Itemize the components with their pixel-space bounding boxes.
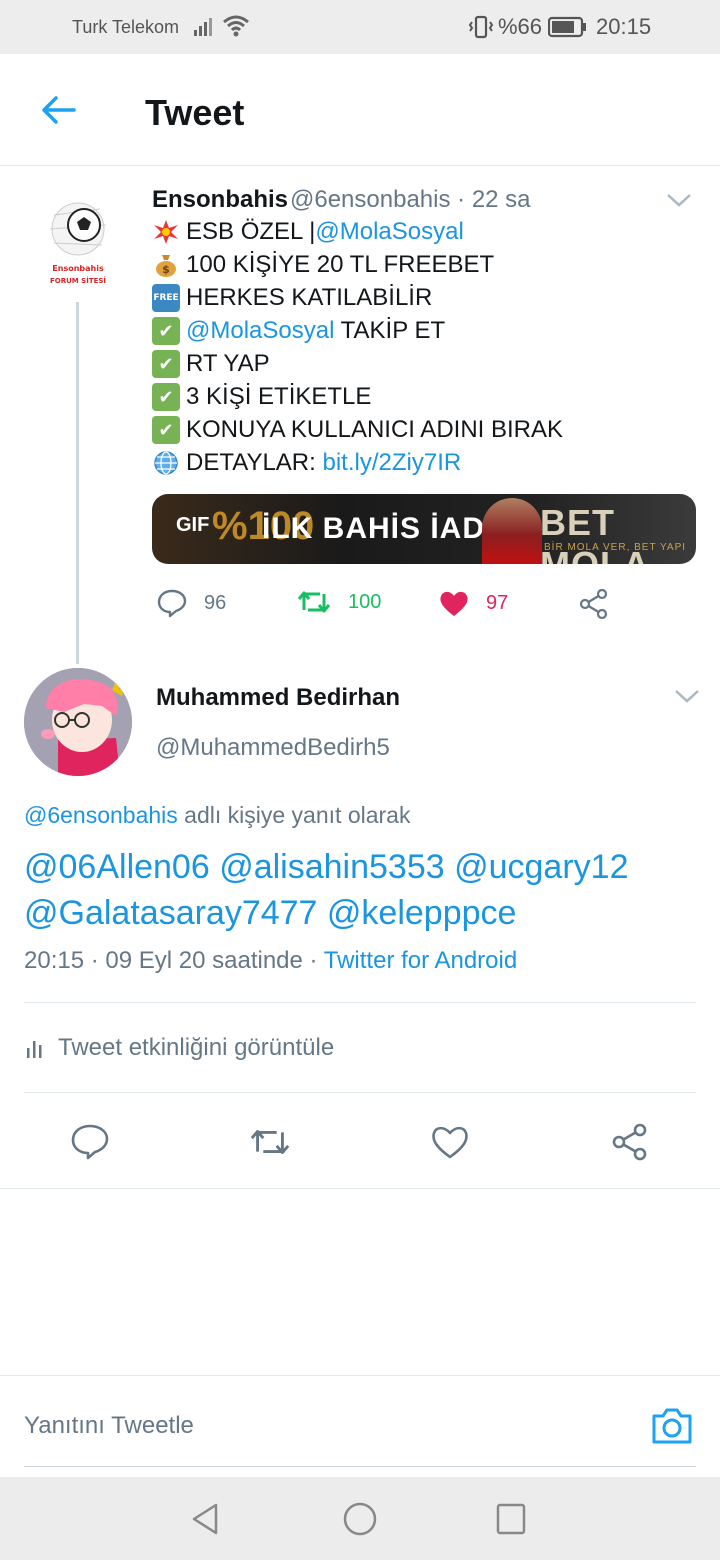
- parent-like-button[interactable]: 97: [438, 588, 508, 618]
- reply-icon: [71, 1124, 109, 1160]
- parent-avatar[interactable]: Ensonbahis FORUM SİTESİ: [40, 195, 116, 291]
- gif-media-card[interactable]: %100 GIF İLK BAHİS İADE BET MOLA BİR MOL…: [152, 494, 696, 564]
- money-bag-icon: $: [152, 251, 180, 279]
- status-bar: Turk Telekom %66 20:15: [0, 0, 720, 54]
- tweet-line: ✔ RT YAP: [152, 350, 270, 378]
- parent-author-name[interactable]: Ensonbahis: [152, 186, 288, 214]
- reply-button[interactable]: [68, 1120, 112, 1164]
- tweet-text[interactable]: @06Allen06 @alisahin5353 @ucgary12 @Gala…: [24, 844, 704, 936]
- gif-brand-logo: BET MOLA: [540, 502, 649, 564]
- globe-icon: [152, 449, 180, 477]
- check-mark-icon: ✔: [152, 317, 180, 345]
- parent-reply-button[interactable]: 96: [156, 588, 226, 618]
- signal-icon: [192, 14, 216, 43]
- app-header: Tweet: [0, 54, 720, 166]
- reply-context-suffix: adlı kişiye yanıt olarak: [177, 802, 411, 828]
- battery-percentage: %66: [498, 14, 543, 39]
- chevron-down-icon: [675, 690, 699, 703]
- reply-to-handle-link[interactable]: @6ensonbahis: [24, 802, 178, 828]
- parent-tweet-menu-button[interactable]: [664, 190, 694, 215]
- square-recents-icon: [496, 1503, 526, 1535]
- tweet-menu-button[interactable]: [672, 686, 702, 711]
- tweet-datetime: 20:15 · 09 Eyl 20 saatinde ·: [24, 947, 324, 974]
- nav-home-button[interactable]: [342, 1501, 378, 1542]
- share-icon: [579, 588, 608, 620]
- svg-text:$: $: [162, 263, 170, 276]
- parent-tweet-time: · 22 sa: [457, 186, 531, 213]
- page-title: Tweet: [145, 92, 245, 133]
- avatar-text-line2: FORUM SİTESİ: [50, 276, 106, 285]
- check-mark-icon: ✔: [152, 383, 180, 411]
- camera-button[interactable]: [650, 1406, 694, 1451]
- divider: [24, 1002, 696, 1003]
- chevron-down-icon: [667, 194, 691, 207]
- gif-badge: GIF: [176, 514, 210, 536]
- vibrate-icon: [468, 15, 494, 44]
- like-count: 97: [486, 591, 509, 614]
- view-tweet-activity-label: Tweet etkinliğini görüntüle: [58, 1034, 335, 1061]
- camera-icon: [652, 1408, 692, 1444]
- tweet-line: DETAYLAR: bit.ly/2Ziy7IR: [152, 449, 461, 477]
- author-avatar[interactable]: [24, 668, 132, 776]
- share-button[interactable]: [608, 1120, 652, 1164]
- view-tweet-activity-link[interactable]: Tweet etkinliğini görüntüle: [24, 1034, 334, 1062]
- author-handle[interactable]: @MuhammedBedirh5: [156, 734, 390, 762]
- bar-chart-icon: [27, 1041, 42, 1058]
- retweet-count: 100: [348, 590, 382, 613]
- back-button[interactable]: [34, 90, 82, 130]
- check-mark-icon: ✔: [152, 416, 180, 444]
- parent-retweet-button[interactable]: 100: [296, 588, 381, 616]
- tweet-line: $ 100 KİŞİYE 20 TL FREEBET: [152, 251, 494, 279]
- system-navigation-bar: [0, 1477, 720, 1560]
- thread-line: [76, 302, 79, 664]
- reply-icon: [157, 589, 187, 618]
- tweet-line: ✔ 3 KİŞİ ETİKETLE: [152, 383, 371, 411]
- retweet-button[interactable]: [248, 1120, 292, 1164]
- tweet-line: FREE HERKES KATILABİLİR: [152, 284, 433, 312]
- circle-home-icon: [343, 1502, 377, 1536]
- reply-count: 96: [204, 591, 227, 614]
- reply-input-underline: [24, 1466, 696, 1467]
- arrow-left-icon: [42, 96, 76, 124]
- reply-input[interactable]: Yanıtını Tweetle: [24, 1412, 194, 1440]
- status-clock: 20:15: [596, 14, 652, 39]
- like-button[interactable]: [428, 1120, 472, 1164]
- collision-icon: [152, 218, 180, 246]
- triangle-back-icon: [192, 1503, 218, 1535]
- tweet-line: ✔ @MolaSosyal TAKİP ET: [152, 317, 445, 345]
- nav-back-button[interactable]: [188, 1501, 222, 1542]
- mention-link[interactable]: @MolaSosyal: [186, 317, 334, 345]
- gif-headline: İLK BAHİS İADE: [262, 512, 507, 545]
- reply-context: @6ensonbahis adlı kişiye yanıt olarak: [24, 802, 410, 829]
- share-icon: [612, 1123, 647, 1161]
- parent-share-button[interactable]: [578, 588, 610, 620]
- gif-tagline: BİR MOLA VER, BET YAPI: [544, 542, 687, 553]
- heart-icon: [432, 1126, 468, 1159]
- avatar-text-line1: Ensonbahis: [52, 264, 104, 273]
- tweet-line: ✔ KONUYA KULLANICI ADINI BIRAK: [152, 416, 563, 444]
- nav-recents-button[interactable]: [494, 1501, 528, 1542]
- wifi-icon: [222, 14, 250, 43]
- divider: [24, 1092, 696, 1093]
- retweet-icon: [297, 591, 331, 613]
- carrier-name: Turk Telekom: [72, 17, 180, 37]
- retweet-icon: [250, 1130, 290, 1154]
- url-link[interactable]: bit.ly/2Ziy7IR: [322, 449, 461, 477]
- parent-author-handle[interactable]: @6ensonbahis · 22 sa: [290, 186, 531, 214]
- divider: [0, 1188, 720, 1189]
- tweet-source-link[interactable]: Twitter for Android: [324, 947, 517, 974]
- heart-filled-icon: [440, 591, 468, 616]
- gif-player-image: [482, 498, 542, 564]
- check-mark-icon: ✔: [152, 350, 180, 378]
- tweet-line: ESB ÖZEL | @MolaSosyal: [152, 218, 464, 246]
- mention-link[interactable]: @MolaSosyal: [315, 218, 463, 246]
- reply-composer: Yanıtını Tweetle: [0, 1375, 720, 1475]
- tweet-meta: 20:15 · 09 Eyl 20 saatinde · Twitter for…: [24, 947, 517, 975]
- battery-icon: [547, 16, 588, 43]
- free-button-icon: FREE: [152, 284, 180, 312]
- author-name[interactable]: Muhammed Bedirhan: [156, 684, 400, 712]
